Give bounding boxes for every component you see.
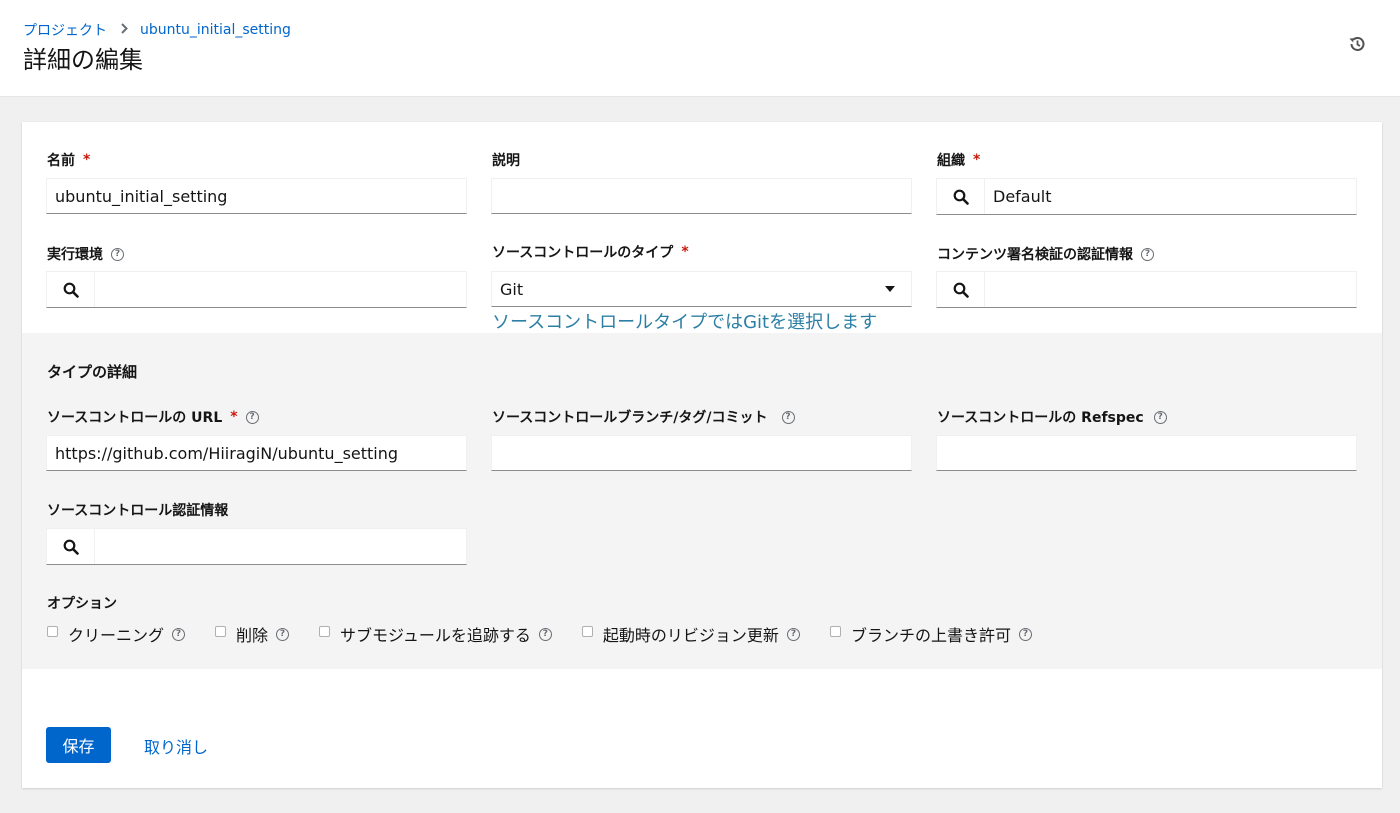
options-group: クリーニング ? 削除 ? サブモジュールを追跡する ? 起動時のリビジョン更新…: [47, 622, 1062, 646]
type-details-subform: タイプの詳細 ソースコントロールの URL * ? https://github…: [22, 333, 1382, 669]
history-icon[interactable]: [1347, 34, 1369, 56]
name-input[interactable]: ubuntu_initial_setting: [46, 178, 467, 214]
option-clean[interactable]: クリーニング ?: [47, 622, 186, 646]
help-icon[interactable]: ?: [276, 627, 290, 641]
option-label: サブモジュールを追跡する: [340, 626, 531, 645]
required-mark: *: [230, 409, 238, 425]
search-icon: [63, 539, 79, 555]
execution-env-lookup: [46, 271, 467, 308]
chevron-right-icon: [121, 22, 128, 38]
scm-branch-label: ソースコントロールブランチ/タグ/コミット ?: [492, 407, 795, 427]
help-icon[interactable]: ?: [538, 627, 552, 641]
help-icon[interactable]: ?: [245, 410, 259, 424]
execution-env-label-text: 実行環境: [47, 247, 103, 263]
scm-type-label-text: ソースコントロールのタイプ: [492, 245, 674, 261]
scm-refspec-input[interactable]: [936, 435, 1357, 471]
scm-url-input[interactable]: https://github.com/HiiragiN/ubuntu_setti…: [46, 435, 467, 471]
signature-credential-search-button[interactable]: [937, 272, 985, 307]
scm-refspec-label: ソースコントロールの Refspec ?: [937, 407, 1167, 427]
name-label: 名前 *: [47, 150, 90, 170]
breadcrumb: プロジェクト ubuntu_initial_setting: [23, 20, 291, 40]
scm-type-label: ソースコントロールのタイプ *: [492, 242, 689, 262]
option-delete[interactable]: 削除 ?: [215, 622, 290, 646]
checkbox[interactable]: [319, 625, 331, 637]
scm-credential-label-text: ソースコントロール認証情報: [47, 503, 229, 519]
option-label: クリーニング: [68, 626, 165, 645]
scm-type-value: Git: [500, 279, 524, 299]
help-icon[interactable]: ?: [111, 247, 124, 261]
option-update-revision-on-launch[interactable]: 起動時のリビジョン更新 ?: [581, 622, 800, 646]
search-icon: [63, 282, 79, 298]
execution-env-label: 実行環境 ?: [47, 244, 124, 264]
organization-label-text: 組織: [937, 153, 965, 169]
signature-credential-label: コンテンツ署名検証の認証情報 ?: [937, 244, 1154, 264]
execution-env-search-button[interactable]: [47, 272, 95, 307]
checkbox[interactable]: [581, 625, 593, 637]
organization-label: 組織 *: [937, 150, 980, 170]
name-input-value: ubuntu_initial_setting: [55, 186, 228, 206]
scm-url-label-text: ソースコントロールの URL: [47, 410, 223, 426]
edit-form-card: 名前 * ubuntu_initial_setting 説明 組織 * Defa…: [22, 122, 1382, 788]
scm-refspec-label-text: ソースコントロールの Refspec: [937, 410, 1144, 426]
type-details-title: タイプの詳細: [47, 363, 138, 381]
organization-search-button[interactable]: [937, 179, 985, 214]
option-track-submodules[interactable]: サブモジュールを追跡する ?: [319, 622, 552, 646]
organization-lookup: Default: [936, 178, 1357, 215]
page-title: 詳細の編集: [23, 46, 143, 74]
description-label: 説明: [492, 150, 520, 170]
help-icon[interactable]: ?: [786, 627, 800, 641]
caret-down-icon: [885, 286, 895, 292]
breadcrumb-current-link[interactable]: ubuntu_initial_setting: [140, 22, 291, 38]
help-icon[interactable]: ?: [781, 410, 795, 424]
scm-type-helper-text: ソースコントロールタイプではGitを選択します: [492, 312, 878, 333]
checkbox[interactable]: [829, 625, 841, 637]
scm-credential-search-button[interactable]: [47, 529, 95, 564]
scm-branch-input[interactable]: [491, 435, 912, 471]
options-title: オプション: [47, 596, 117, 612]
option-label: 起動時のリビジョン更新: [602, 626, 779, 645]
scm-branch-label-text: ソースコントロールブランチ/タグ/コミット: [492, 410, 768, 426]
help-icon[interactable]: ?: [1153, 410, 1167, 424]
scm-credential-input[interactable]: [95, 529, 466, 564]
help-icon[interactable]: ?: [172, 627, 186, 641]
required-mark: *: [83, 152, 91, 168]
signature-credential-label-text: コンテンツ署名検証の認証情報: [937, 247, 1133, 263]
page-header: プロジェクト ubuntu_initial_setting 詳細の編集: [0, 0, 1400, 97]
search-icon: [953, 189, 969, 205]
checkbox[interactable]: [47, 625, 58, 637]
option-label: ブランチの上書き許可: [850, 626, 1011, 645]
description-label-text: 説明: [492, 153, 520, 169]
signature-credential-input[interactable]: [985, 272, 1356, 307]
option-label: 削除: [236, 626, 269, 645]
breadcrumb-projects-link[interactable]: プロジェクト: [23, 20, 107, 40]
checkbox[interactable]: [215, 625, 227, 637]
execution-env-input[interactable]: [95, 272, 466, 307]
required-mark: *: [681, 244, 689, 260]
scm-credential-label: ソースコントロール認証情報: [47, 500, 228, 520]
save-button[interactable]: 保存: [46, 727, 111, 763]
option-allow-branch-override[interactable]: ブランチの上書き許可 ?: [829, 622, 1032, 646]
name-label-text: 名前: [47, 153, 75, 169]
required-mark: *: [973, 152, 981, 168]
signature-credential-lookup: [936, 271, 1357, 308]
scm-url-label: ソースコントロールの URL * ?: [47, 407, 259, 427]
scm-credential-lookup: [46, 528, 467, 565]
help-icon[interactable]: ?: [1141, 247, 1154, 261]
cancel-button[interactable]: 取り消し: [144, 734, 208, 758]
organization-input[interactable]: Default: [985, 179, 1356, 214]
description-input[interactable]: [491, 178, 912, 214]
scm-url-value: https://github.com/HiiragiN/ubuntu_setti…: [55, 443, 399, 463]
scm-type-select[interactable]: Git: [491, 271, 912, 307]
search-icon: [953, 282, 969, 298]
help-icon[interactable]: ?: [1018, 627, 1032, 641]
